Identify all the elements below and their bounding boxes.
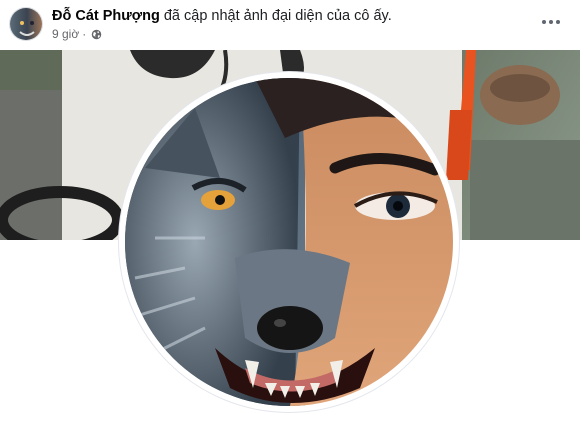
post-meta: 9 giờ · [52, 27, 102, 41]
more-horizontal-icon [542, 20, 546, 24]
post-timestamp[interactable]: 9 giờ [52, 27, 79, 41]
meta-separator: · [82, 27, 87, 41]
more-horizontal-icon [556, 20, 560, 24]
post-header: Đỗ Cát Phượng đã cập nhật ảnh đại diện c… [0, 0, 580, 48]
author-avatar[interactable] [9, 7, 43, 41]
post-header-text: Đỗ Cát Phượng đã cập nhật ảnh đại diện c… [52, 8, 392, 24]
author-name-link[interactable]: Đỗ Cát Phượng [52, 8, 160, 24]
more-horizontal-icon [549, 20, 553, 24]
globe-icon[interactable] [91, 29, 102, 40]
profile-photo[interactable] [125, 78, 453, 406]
more-options-button[interactable] [540, 14, 562, 30]
post-action-text: đã cập nhật ảnh đại diện của cô ấy. [163, 8, 392, 24]
